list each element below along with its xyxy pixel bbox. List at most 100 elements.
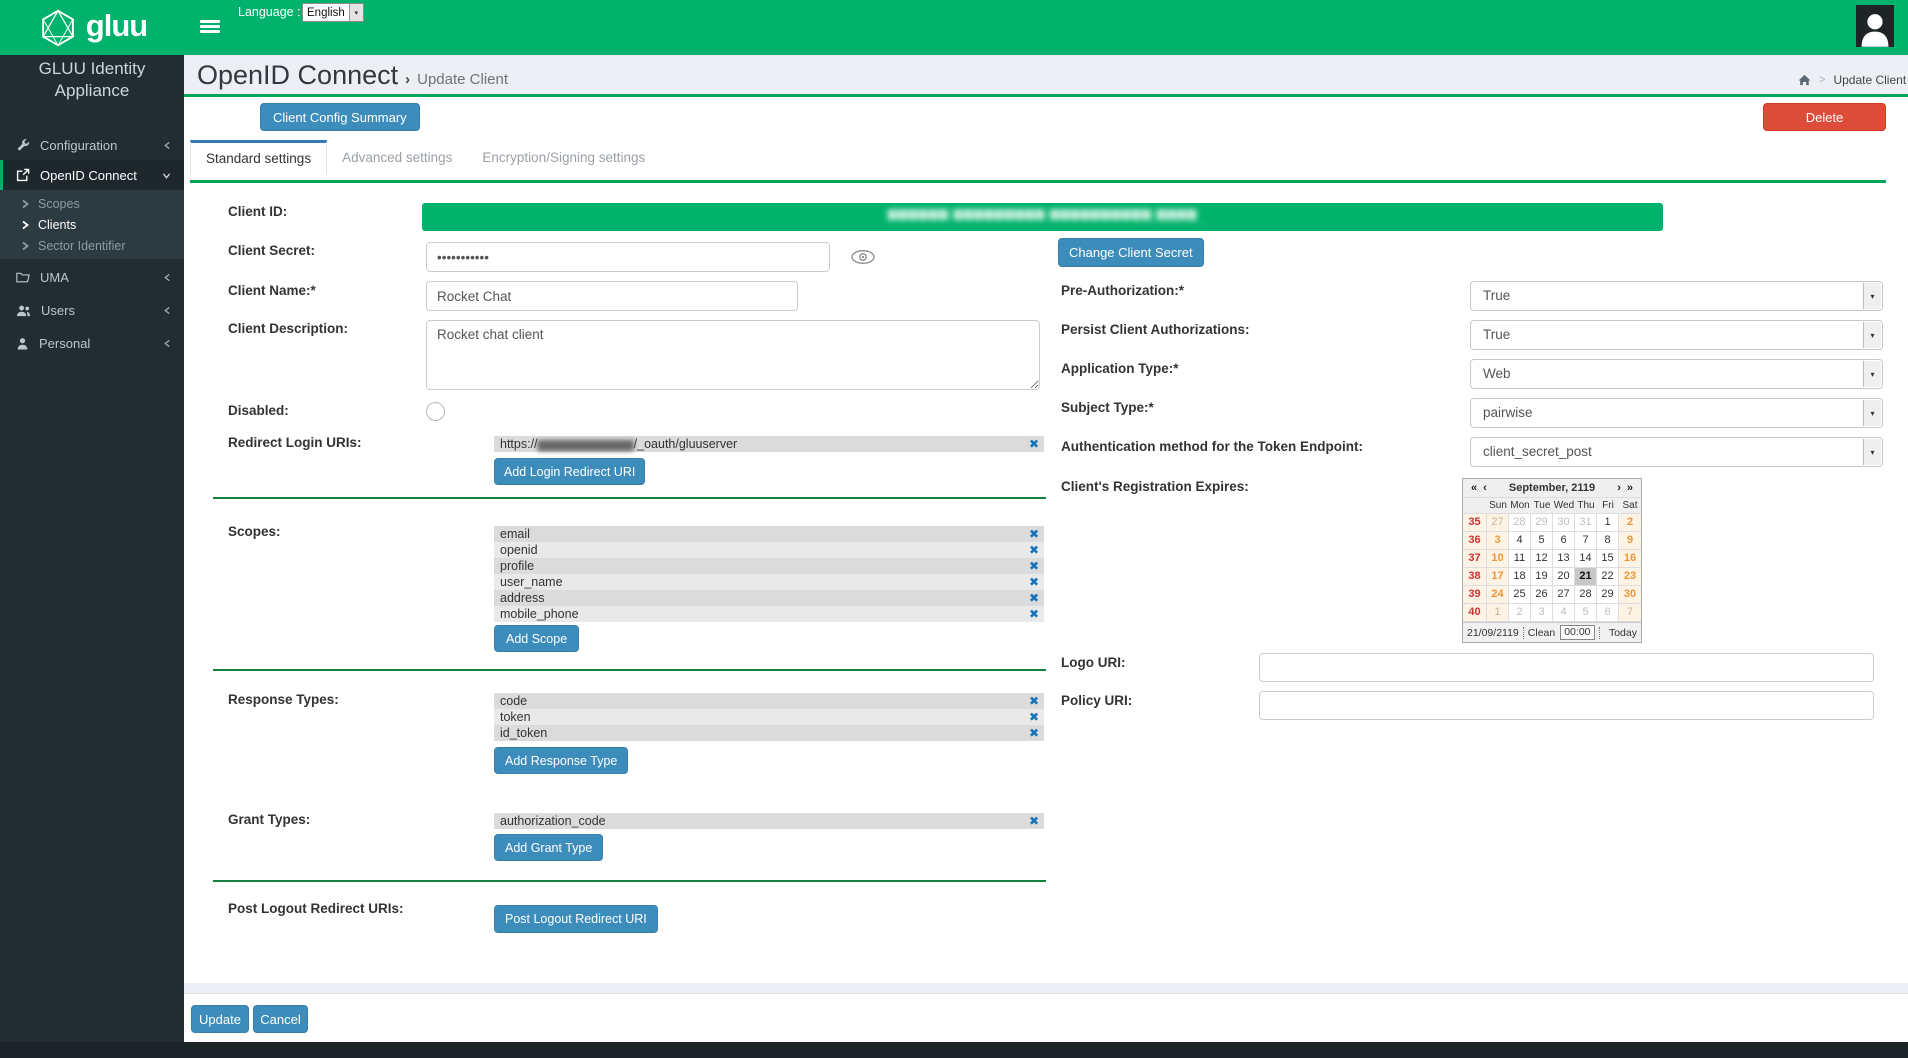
sidebar-item-personal[interactable]: Personal	[0, 328, 184, 358]
sidebar-item-openid-connect[interactable]: OpenID Connect	[0, 160, 184, 190]
calendar-day[interactable]: 20	[1553, 568, 1575, 586]
calendar-time-input[interactable]: 00:00	[1560, 625, 1594, 640]
add-response-type-button[interactable]: Add Response Type	[494, 747, 628, 774]
calendar-day[interactable]: 10	[1487, 550, 1509, 568]
calendar-day[interactable]: 17	[1487, 568, 1509, 586]
calendar-day[interactable]: 7	[1575, 532, 1597, 550]
calendar-day[interactable]: 21	[1575, 568, 1597, 586]
tab-standard-settings[interactable]: Standard settings	[190, 140, 327, 174]
policy-uri-input[interactable]	[1259, 691, 1874, 720]
calendar-day[interactable]: 23	[1619, 568, 1641, 586]
sidebar-item-users[interactable]: Users	[0, 295, 184, 325]
change-client-secret-button[interactable]: Change Client Secret	[1058, 238, 1204, 267]
calendar-day[interactable]: 7	[1619, 604, 1641, 622]
calendar-today-button[interactable]: Today	[1609, 627, 1637, 639]
client-description-textarea[interactable]: Rocket chat client	[426, 320, 1040, 390]
calendar-day[interactable]: 3	[1531, 604, 1553, 622]
home-icon[interactable]	[1798, 74, 1811, 86]
sidebar-toggle-hamburger-icon[interactable]	[200, 20, 220, 35]
calendar-day[interactable]: 28	[1575, 586, 1597, 604]
calendar-day[interactable]: 1	[1597, 514, 1619, 532]
add-scope-button[interactable]: Add Scope	[494, 625, 579, 652]
sidebar-item-configuration[interactable]: Configuration	[0, 130, 184, 160]
calendar-day[interactable]: 18	[1509, 568, 1531, 586]
calendar-day[interactable]: 8	[1597, 532, 1619, 550]
remove-response-type-icon[interactable]: ✖	[1029, 693, 1039, 709]
calendar-day[interactable]: 30	[1553, 514, 1575, 532]
calendar-day[interactable]: 2	[1619, 514, 1641, 532]
pre-authorization-select[interactable]: True ▾	[1470, 281, 1883, 311]
remove-redirect-uri-icon[interactable]: ✖	[1029, 436, 1039, 452]
application-type-select[interactable]: Web ▾	[1470, 359, 1883, 389]
sidebar-item-uma[interactable]: UMA	[0, 262, 184, 292]
calendar-prev-month-icon[interactable]: ‹	[1480, 482, 1490, 494]
calendar-day[interactable]: 29	[1531, 514, 1553, 532]
day-header: Sun	[1487, 498, 1509, 513]
gluu-logo[interactable]: gluu	[0, 0, 184, 55]
cancel-button[interactable]: Cancel	[253, 1005, 308, 1033]
calendar-day[interactable]: 5	[1531, 532, 1553, 550]
calendar-day[interactable]: 15	[1597, 550, 1619, 568]
calendar-day[interactable]: 2	[1509, 604, 1531, 622]
add-grant-type-button[interactable]: Add Grant Type	[494, 834, 603, 861]
update-button[interactable]: Update	[191, 1005, 249, 1033]
calendar-day[interactable]: 25	[1509, 586, 1531, 604]
subject-type-select[interactable]: pairwise ▾	[1470, 398, 1883, 428]
client-secret-input[interactable]	[426, 242, 830, 272]
user-avatar[interactable]	[1856, 5, 1894, 47]
calendar-day[interactable]: 13	[1553, 550, 1575, 568]
calendar-day[interactable]: 28	[1509, 514, 1531, 532]
remove-scope-icon[interactable]: ✖	[1029, 574, 1039, 590]
disabled-checkbox[interactable]	[426, 402, 445, 421]
client-name-input[interactable]	[426, 281, 798, 311]
calendar-day[interactable]: 11	[1509, 550, 1531, 568]
delete-button[interactable]: Delete	[1763, 103, 1886, 131]
sidebar-item-sector-identifier[interactable]: Sector Identifier	[0, 235, 184, 256]
calendar-day[interactable]: 29	[1597, 586, 1619, 604]
remove-scope-icon[interactable]: ✖	[1029, 606, 1039, 622]
calendar-day[interactable]: 19	[1531, 568, 1553, 586]
calendar-day[interactable]: 5	[1575, 604, 1597, 622]
remove-response-type-icon[interactable]: ✖	[1029, 709, 1039, 725]
tab-advanced-settings[interactable]: Advanced settings	[327, 140, 467, 174]
language-select[interactable]: English ▾	[302, 3, 364, 22]
calendar-day[interactable]: 27	[1487, 514, 1509, 532]
calendar-clean-button[interactable]: Clean	[1528, 627, 1555, 639]
remove-response-type-icon[interactable]: ✖	[1029, 725, 1039, 741]
calendar-day[interactable]: 27	[1553, 586, 1575, 604]
calendar-day[interactable]: 12	[1531, 550, 1553, 568]
sidebar-item-clients[interactable]: Clients	[0, 214, 184, 235]
tab-encryption-signing-settings[interactable]: Encryption/Signing settings	[467, 140, 660, 174]
calendar-day[interactable]: 9	[1619, 532, 1641, 550]
add-login-redirect-uri-button[interactable]: Add Login Redirect URI	[494, 458, 645, 485]
post-logout-redirect-uri-button[interactable]: Post Logout Redirect URI	[494, 905, 658, 933]
calendar-day[interactable]: 4	[1553, 604, 1575, 622]
calendar-prev-year-icon[interactable]: «	[1468, 482, 1480, 494]
calendar-day[interactable]: 3	[1487, 532, 1509, 550]
remove-scope-icon[interactable]: ✖	[1029, 558, 1039, 574]
calendar-day[interactable]: 4	[1509, 532, 1531, 550]
eye-icon[interactable]	[850, 249, 876, 270]
logo-uri-input[interactable]	[1259, 653, 1874, 682]
calendar-day[interactable]: 14	[1575, 550, 1597, 568]
remove-scope-icon[interactable]: ✖	[1029, 590, 1039, 606]
calendar-next-month-icon[interactable]: ›	[1614, 482, 1624, 494]
sidebar-item-scopes[interactable]: Scopes	[0, 193, 184, 214]
calendar-day[interactable]: 26	[1531, 586, 1553, 604]
calendar-day[interactable]: 6	[1597, 604, 1619, 622]
token-endpoint-auth-select[interactable]: client_secret_post ▾	[1470, 437, 1883, 467]
calendar-next-year-icon[interactable]: »	[1624, 482, 1636, 494]
calendar-day[interactable]: 16	[1619, 550, 1641, 568]
persist-client-authorizations-select[interactable]: True ▾	[1470, 320, 1883, 350]
calendar-day[interactable]: 22	[1597, 568, 1619, 586]
remove-grant-type-icon[interactable]: ✖	[1029, 813, 1039, 829]
calendar-day[interactable]: 6	[1553, 532, 1575, 550]
remove-scope-icon[interactable]: ✖	[1029, 542, 1039, 558]
client-config-summary-button[interactable]: Client Config Summary	[260, 103, 420, 131]
calendar-day[interactable]: 30	[1619, 586, 1641, 604]
calendar-day[interactable]: 1	[1487, 604, 1509, 622]
remove-scope-icon[interactable]: ✖	[1029, 526, 1039, 542]
calendar-day[interactable]: 31	[1575, 514, 1597, 532]
sidebar-item-label: Personal	[39, 336, 90, 351]
calendar-day[interactable]: 24	[1487, 586, 1509, 604]
